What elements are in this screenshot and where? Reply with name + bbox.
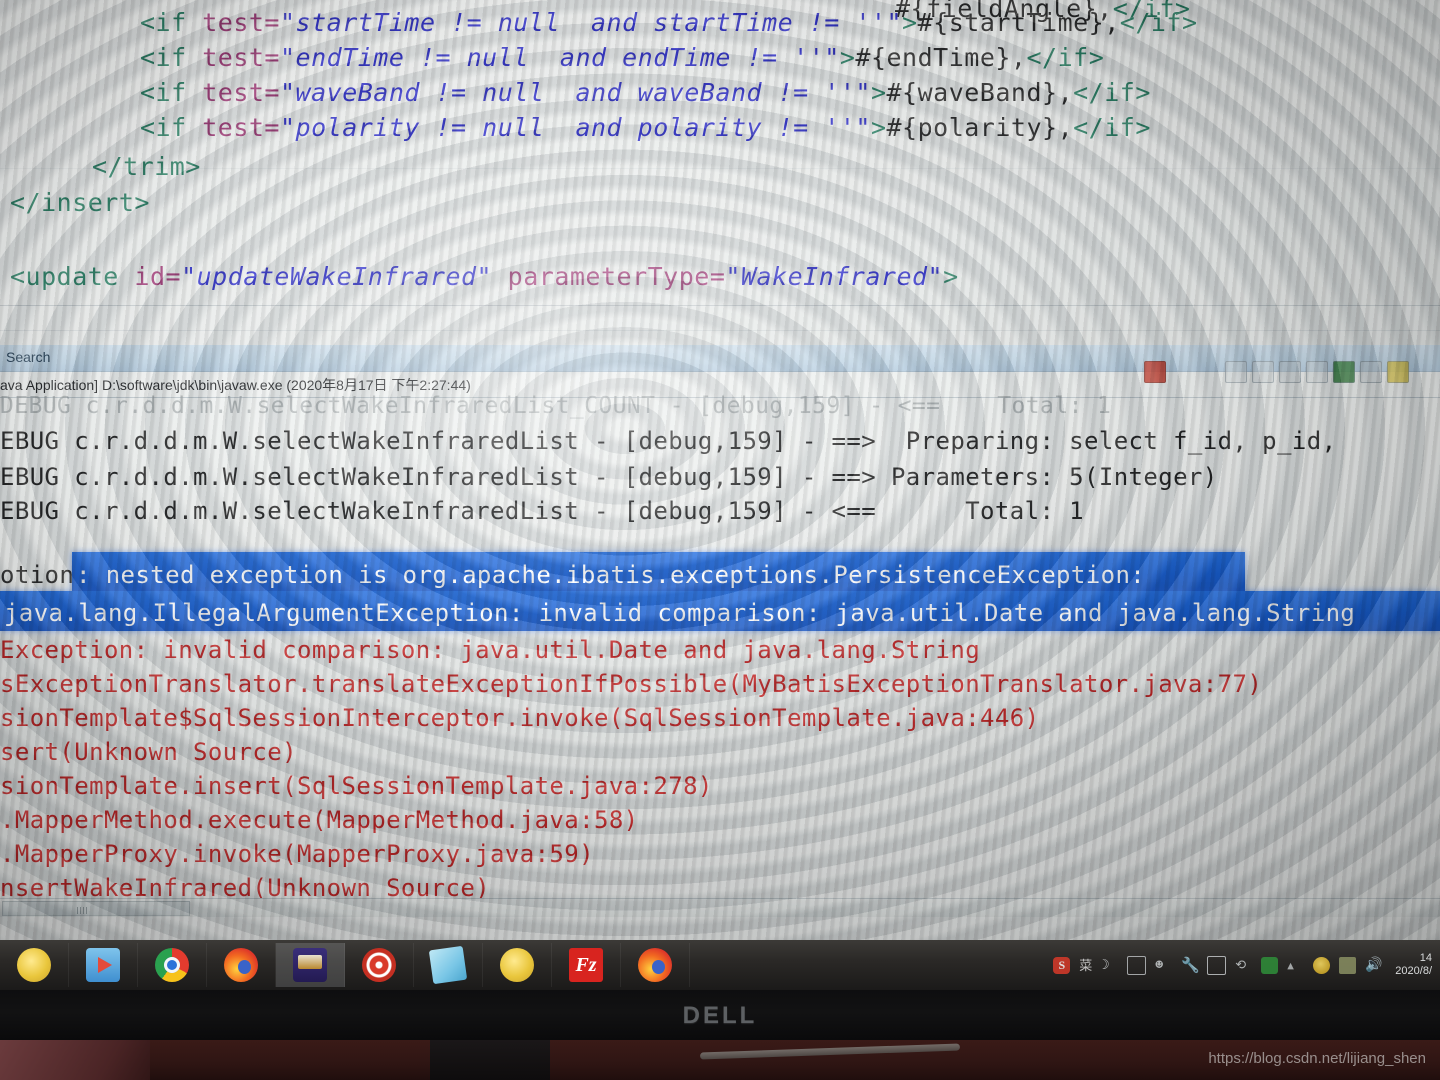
code-line-1: <if test="startTime != null and startTim…	[140, 8, 1198, 37]
scrollbar-grip	[77, 907, 87, 914]
code-editor-pane[interactable]: #{fieldAngle},</if> <if test="startTime …	[0, 0, 1440, 345]
taskbar-item-media-player[interactable]	[69, 943, 138, 987]
tray-wrench-icon[interactable]: 🔧	[1181, 956, 1200, 974]
scrollbar-thumb[interactable]	[2, 901, 190, 916]
coin-icon	[17, 948, 51, 982]
code-line-4: <if test="polarity != null and polarity …	[140, 113, 1151, 142]
log-line-0: DEBUG c.r.d.d.m.W.selectWakeInfraredList…	[0, 393, 1112, 419]
firefox-icon	[224, 948, 258, 982]
taskbar-clock[interactable]: 14 2020/8/	[1391, 952, 1432, 978]
game-icon	[293, 948, 327, 982]
taskbar-item-chrome[interactable]	[138, 943, 207, 987]
tray-sync-icon[interactable]: ⟲	[1235, 957, 1252, 974]
tray-user-icon[interactable]: ☻	[1155, 957, 1172, 974]
selected-line-2: java.lang.IllegalArgumentException: inva…	[4, 599, 1356, 627]
error-line-0: Exception: invalid comparison: java.util…	[0, 636, 981, 664]
monitor-screen: #{fieldAngle},</if> <if test="startTime …	[0, 0, 1440, 940]
taskbar-item-coin-app[interactable]	[483, 943, 552, 987]
tray-show-hidden-icons-icon[interactable]: ▲	[1287, 957, 1304, 974]
taskbar-items[interactable]: Fz	[0, 942, 690, 988]
tray-moon-icon[interactable]: ☽	[1101, 957, 1118, 974]
coin-icon	[500, 948, 534, 982]
selected-line-1: : nested exception is org.apache.ibatis.…	[76, 561, 1146, 589]
tray-screenshot-icon[interactable]	[1207, 955, 1227, 975]
code-line-3: <if test="waveBand != null and waveBand …	[140, 78, 1151, 107]
error-line-1: sExceptionTranslator.translateExceptionI…	[0, 670, 1263, 698]
filezilla-icon: Fz	[569, 948, 603, 982]
spiral-icon	[362, 948, 396, 982]
tray-ime-mode-icon[interactable]: 菜	[1079, 957, 1092, 974]
code-line-2: <if test="endTime != null and endTime !=…	[140, 43, 1105, 72]
media-player-icon	[86, 948, 120, 982]
blog-watermark: https://blog.csdn.net/lijiang_shen	[1208, 1050, 1426, 1067]
dell-logo: DELL	[682, 1002, 758, 1029]
error-line-5: .MapperMethod.execute(MapperMethod.java:…	[0, 806, 639, 834]
code-line-7: <update id="updateWakeInfrared" paramete…	[10, 262, 959, 291]
monitor-bezel: DELL	[0, 990, 1440, 1040]
console-pane[interactable]: Search ava Application] D:\software\jdk\…	[0, 345, 1440, 940]
desk-left-object	[0, 1040, 150, 1080]
tray-sogou-input-icon[interactable]: S	[1053, 956, 1071, 974]
taskbar-item-filezilla[interactable]: Fz	[552, 943, 621, 987]
log-line-2: EBUG c.r.d.d.m.W.selectWakeInfraredList …	[0, 463, 1218, 491]
taskbar-item-notes[interactable]	[414, 943, 483, 987]
clock-date: 2020/8/	[1395, 965, 1432, 977]
error-line-6: .MapperProxy.invoke(MapperProxy.java:59)	[0, 840, 594, 868]
tray-network-icon[interactable]	[1339, 956, 1357, 974]
selected-line-1-prefix: otion	[0, 561, 75, 589]
tray-antivirus-icon[interactable]	[1313, 956, 1331, 974]
tray-volume-icon[interactable]: 🔊	[1365, 957, 1382, 974]
notes-icon	[428, 945, 468, 985]
chrome-icon	[155, 948, 189, 982]
log-line-1: EBUG c.r.d.d.m.W.selectWakeInfraredList …	[0, 427, 1337, 455]
system-tray[interactable]: S 菜 ☽ ☻ 🔧 ⟲ ▲ 🔊 14 2020/8/	[1053, 942, 1440, 988]
error-line-3: sert(Unknown Source)	[0, 738, 297, 766]
console-horizontal-scrollbar[interactable]	[0, 898, 1440, 917]
taskbar-item-firefox[interactable]	[207, 943, 276, 987]
console-launch-title: ava Application] D:\software\jdk\bin\jav…	[0, 377, 471, 393]
taskbar-item-app1[interactable]	[0, 943, 69, 987]
tab-search[interactable]: Search	[6, 349, 50, 365]
firefox-icon	[638, 948, 672, 982]
monitor-stand	[430, 1040, 550, 1080]
tray-keyboard-icon[interactable]	[1127, 955, 1147, 975]
error-line-4: sionTemplate.insert(SqlSessionTemplate.j…	[0, 772, 713, 800]
taskbar-item-spiral-app[interactable]	[345, 943, 414, 987]
taskbar-item-game[interactable]	[276, 943, 345, 987]
error-line-2: sionTemplate$SqlSessionInterceptor.invok…	[0, 704, 1040, 732]
log-line-3: EBUG c.r.d.d.m.W.selectWakeInfraredList …	[0, 497, 1084, 525]
windows-taskbar[interactable]: Fz S 菜 ☽ ☻ 🔧 ⟲ ▲ 🔊 14 2020/8/	[0, 940, 1440, 990]
code-line-6: </insert>	[10, 188, 150, 217]
tray-green-app-icon[interactable]	[1261, 956, 1279, 974]
clock-time: 14	[1419, 952, 1432, 964]
code-line-5: </trim>	[92, 152, 201, 181]
taskbar-item-firefox-2[interactable]	[621, 943, 690, 987]
